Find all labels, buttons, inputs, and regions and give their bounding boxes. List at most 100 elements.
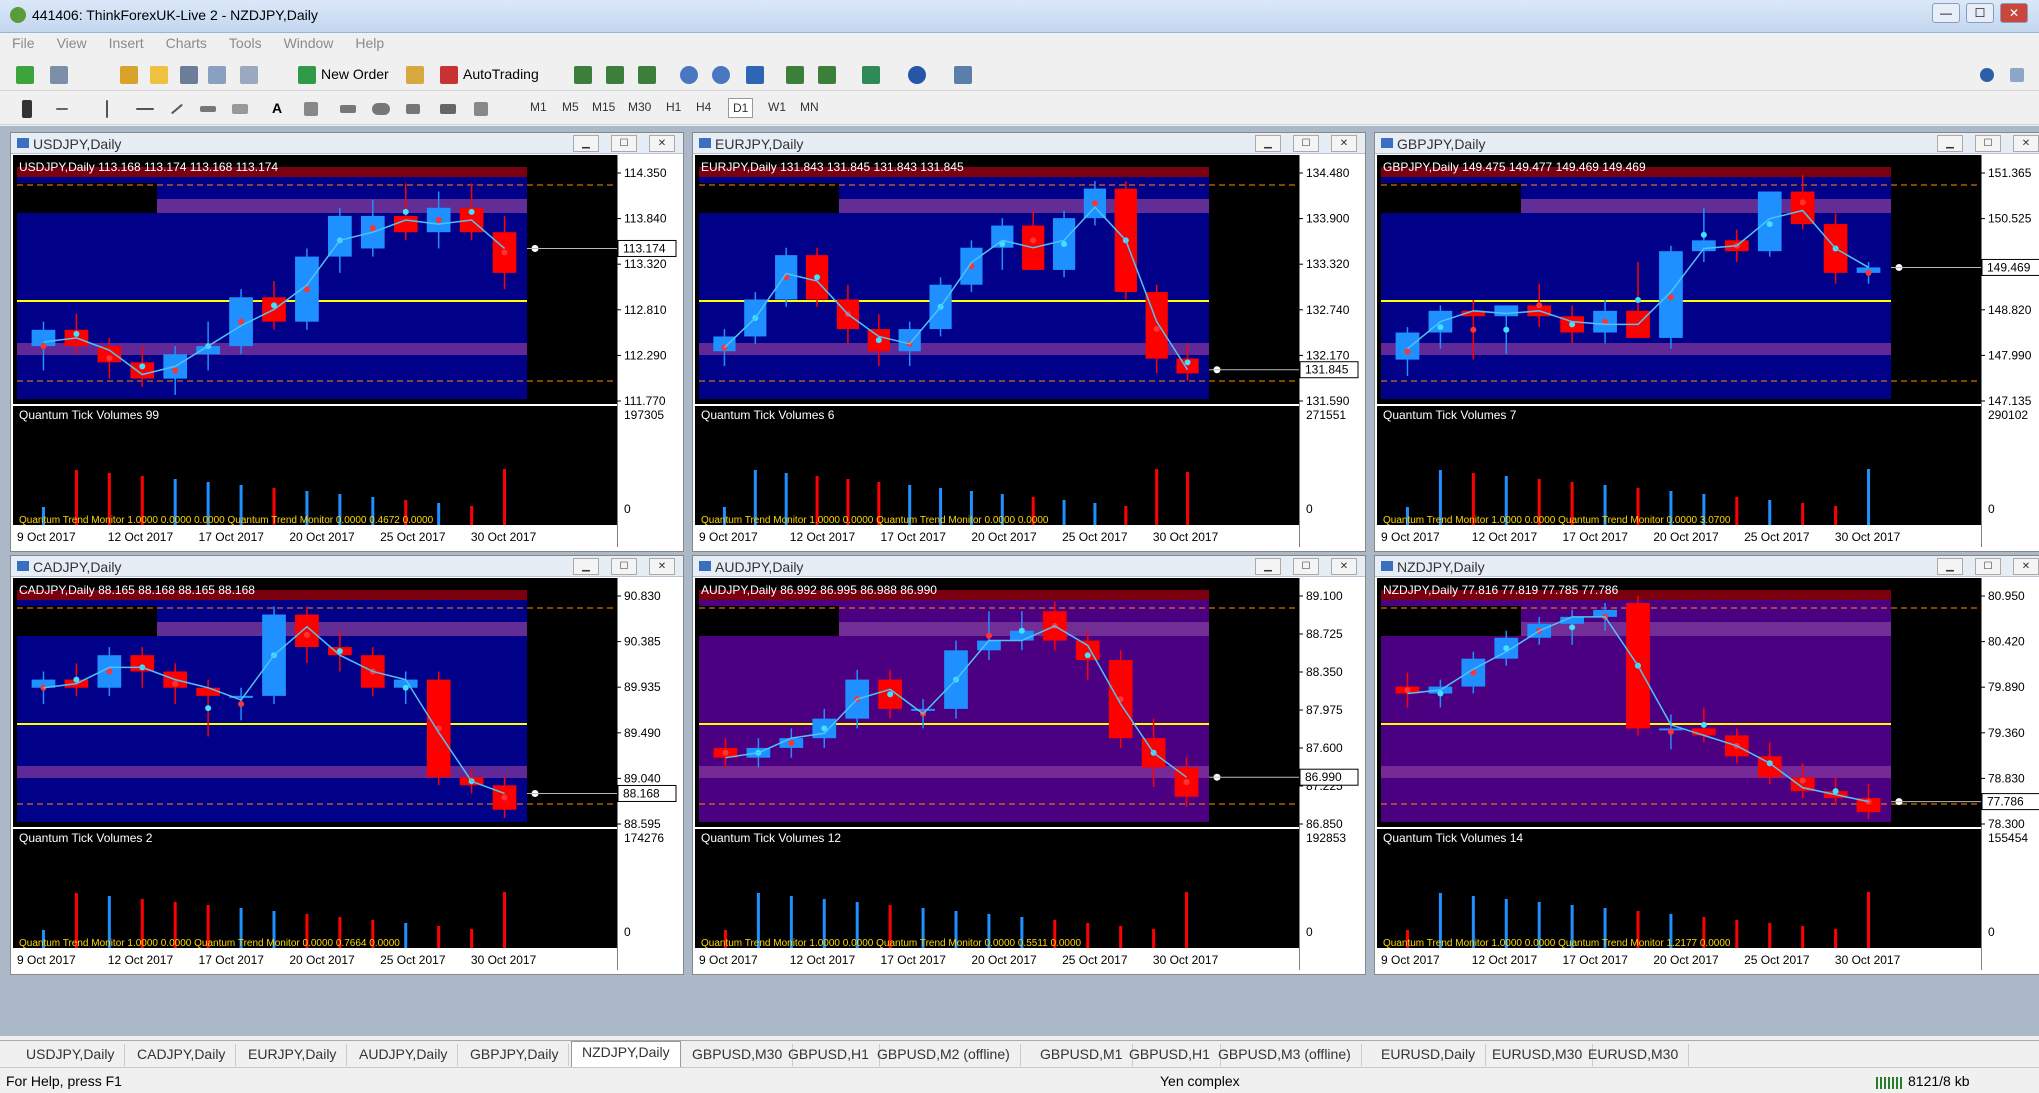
- new-order-button[interactable]: New Order: [298, 63, 389, 85]
- menu-help[interactable]: Help: [343, 33, 394, 51]
- search-icon[interactable]: [1980, 63, 1994, 85]
- bar-chart-icon[interactable]: [574, 63, 592, 85]
- maximize-button[interactable]: ☐: [1966, 3, 1994, 23]
- chart-canvas[interactable]: EURJPY,Daily 131.843 131.845 131.843 131…: [695, 155, 1361, 547]
- chart-tab[interactable]: USDJPY,Daily: [16, 1044, 126, 1066]
- menu-view[interactable]: View: [45, 33, 97, 51]
- crosshair-move-icon[interactable]: [180, 63, 198, 85]
- line-chart-icon[interactable]: [638, 63, 656, 85]
- trendline-icon[interactable]: [170, 97, 184, 119]
- chart-tab[interactable]: EURJPY,Daily: [238, 1044, 348, 1066]
- periods-icon[interactable]: [908, 63, 926, 85]
- horizontal-line-icon[interactable]: [136, 97, 154, 119]
- chart-close-button[interactable]: ✕: [1331, 558, 1357, 575]
- chart-maximize-button[interactable]: ☐: [1975, 558, 2001, 575]
- chart-close-button[interactable]: ✕: [649, 558, 675, 575]
- chart-canvas[interactable]: AUDJPY,Daily 86.992 86.995 86.988 86.990…: [695, 578, 1361, 970]
- templates-icon[interactable]: [954, 63, 972, 85]
- channel-icon[interactable]: [200, 97, 216, 119]
- profiles-icon[interactable]: [50, 63, 68, 85]
- chart-tab[interactable]: EURUSD,Daily: [1371, 1044, 1487, 1066]
- chart-tab[interactable]: GBPUSD,H1: [778, 1044, 880, 1066]
- vertical-line-icon[interactable]: [106, 97, 108, 119]
- tf-h4[interactable]: H4: [692, 98, 715, 116]
- chart-minimize-button[interactable]: ▁: [1255, 558, 1281, 575]
- menu-window[interactable]: Window: [272, 33, 344, 51]
- chart-canvas[interactable]: USDJPY,Daily 113.168 113.174 113.168 113…: [13, 155, 679, 547]
- chart-maximize-button[interactable]: ☐: [611, 135, 637, 152]
- market-watch-icon[interactable]: [120, 63, 138, 85]
- pitchfork-icon[interactable]: [340, 97, 356, 119]
- close-button[interactable]: ✕: [2000, 3, 2028, 23]
- menu-charts[interactable]: Charts: [154, 33, 217, 51]
- tf-mn[interactable]: MN: [796, 98, 823, 116]
- menu-insert[interactable]: Insert: [97, 33, 154, 51]
- chart-canvas[interactable]: CADJPY,Daily 88.165 88.168 88.165 88.168…: [13, 578, 679, 970]
- chart-maximize-button[interactable]: ☐: [1975, 135, 2001, 152]
- chart-shift-icon[interactable]: [818, 63, 836, 85]
- chart-window-usdjpy[interactable]: USDJPY,Daily ▁ ☐ ✕ USDJPY,Daily 113.168 1…: [10, 132, 684, 552]
- tile-windows-icon[interactable]: [746, 63, 764, 85]
- chart-tab[interactable]: GBPUSD,M1: [1030, 1044, 1134, 1066]
- zoom-in-icon[interactable]: [680, 63, 698, 85]
- terminal-icon[interactable]: [208, 63, 226, 85]
- tf-m30[interactable]: M30: [624, 98, 655, 116]
- chart-tab[interactable]: EURUSD,M30: [1482, 1044, 1594, 1066]
- tester-icon[interactable]: [240, 63, 258, 85]
- chart-tab[interactable]: CADJPY,Daily: [127, 1044, 237, 1066]
- chart-minimize-button[interactable]: ▁: [1937, 558, 1963, 575]
- chart-tab[interactable]: GBPUSD,M3 (offline): [1208, 1044, 1362, 1066]
- chart-maximize-button[interactable]: ☐: [611, 558, 637, 575]
- zoom-out-icon[interactable]: [712, 63, 730, 85]
- chart-tab[interactable]: NZDJPY,Daily: [571, 1041, 681, 1069]
- ellipse-icon[interactable]: [372, 97, 390, 119]
- chart-tab[interactable]: AUDJPY,Daily: [349, 1044, 459, 1066]
- arrows-icon[interactable]: [474, 97, 488, 119]
- chart-close-button[interactable]: ✕: [649, 135, 675, 152]
- menu-file[interactable]: File: [0, 33, 45, 51]
- indicators-icon[interactable]: [862, 63, 880, 85]
- metaeditor-icon[interactable]: [406, 63, 424, 85]
- chart-window-eurjpy[interactable]: EURJPY,Daily ▁ ☐ ✕ EURJPY,Daily 131.843 1…: [692, 132, 1366, 552]
- autotrading-button[interactable]: AutoTrading: [440, 63, 539, 85]
- chart-tab[interactable]: GBPUSD,H1: [1119, 1044, 1221, 1066]
- chart-close-button[interactable]: ✕: [2013, 558, 2039, 575]
- chart-canvas[interactable]: GBPJPY,Daily 149.475 149.477 149.469 149…: [1377, 155, 2039, 547]
- chart-maximize-button[interactable]: ☐: [1293, 135, 1319, 152]
- cursor-icon[interactable]: [22, 97, 32, 119]
- tf-m5[interactable]: M5: [558, 98, 583, 116]
- chart-close-button[interactable]: ✕: [1331, 135, 1357, 152]
- chart-minimize-button[interactable]: ▁: [1255, 135, 1281, 152]
- tf-w1[interactable]: W1: [764, 98, 790, 116]
- chart-minimize-button[interactable]: ▁: [573, 558, 599, 575]
- text-icon[interactable]: A: [272, 97, 282, 119]
- chart-window-cadjpy[interactable]: CADJPY,Daily ▁ ☐ ✕ CADJPY,Daily 88.165 88…: [10, 555, 684, 975]
- autoscroll-icon[interactable]: [786, 63, 804, 85]
- chart-close-button[interactable]: ✕: [2013, 135, 2039, 152]
- minimize-button[interactable]: —: [1932, 3, 1960, 23]
- tf-m15[interactable]: M15: [588, 98, 619, 116]
- tf-m1[interactable]: M1: [526, 98, 551, 116]
- chart-canvas[interactable]: NZDJPY,Daily 77.816 77.819 77.785 77.786…: [1377, 578, 2039, 970]
- chart-tab[interactable]: EURUSD,M30: [1578, 1044, 1690, 1066]
- text-label-icon[interactable]: [304, 97, 318, 119]
- chart-window-nzdjpy[interactable]: NZDJPY,Daily ▁ ☐ ✕ NZDJPY,Daily 77.816 77…: [1374, 555, 2039, 975]
- chart-tab[interactable]: GBPJPY,Daily: [460, 1044, 570, 1066]
- navigator-icon[interactable]: [150, 63, 168, 85]
- chart-window-gbpjpy[interactable]: GBPJPY,Daily ▁ ☐ ✕ GBPJPY,Daily 149.475 1…: [1374, 132, 2039, 552]
- menu-tools[interactable]: Tools: [217, 33, 272, 51]
- crosshair-icon[interactable]: [56, 97, 68, 119]
- new-chart-icon[interactable]: [16, 63, 34, 85]
- triangle-icon[interactable]: [406, 97, 420, 119]
- chat-icon[interactable]: [2010, 63, 2024, 85]
- chart-window-audjpy[interactable]: AUDJPY,Daily ▁ ☐ ✕ AUDJPY,Daily 86.992 86…: [692, 555, 1366, 975]
- candlestick-icon[interactable]: [606, 63, 624, 85]
- tf-h1[interactable]: H1: [662, 98, 685, 116]
- fibonacci-icon[interactable]: [232, 97, 248, 119]
- chart-minimize-button[interactable]: ▁: [573, 135, 599, 152]
- chart-tab[interactable]: GBPUSD,M2 (offline): [867, 1044, 1021, 1066]
- chart-minimize-button[interactable]: ▁: [1937, 135, 1963, 152]
- chart-tab[interactable]: GBPUSD,M30: [682, 1044, 794, 1066]
- chart-maximize-button[interactable]: ☐: [1293, 558, 1319, 575]
- tf-d1[interactable]: D1: [728, 98, 754, 118]
